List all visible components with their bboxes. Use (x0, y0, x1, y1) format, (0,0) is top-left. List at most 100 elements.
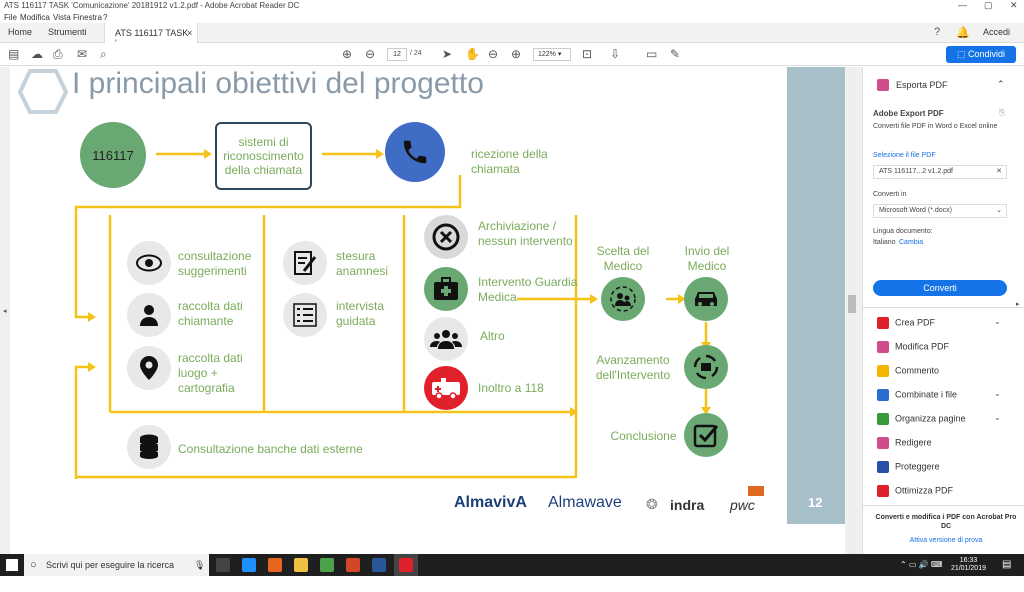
comment-icon[interactable]: ▭ (646, 47, 657, 61)
tab-home[interactable]: Home (8, 27, 32, 37)
left-arrow-icon[interactable]: ◂ (3, 307, 7, 315)
search-icon[interactable]: ⌕ (100, 47, 107, 61)
trial-link[interactable]: Attiva versione di prova (873, 536, 1019, 545)
panel-footer: Converti e modifica i PDF con Acrobat Pr… (873, 513, 1019, 545)
menu-help[interactable]: ? (103, 13, 107, 22)
zoom-in-icon[interactable]: ⊕ (511, 47, 521, 61)
collapse-chevron-icon[interactable]: ⌃ (997, 79, 1005, 90)
firefox-icon[interactable] (268, 558, 282, 572)
taskbar-clock[interactable]: 16:33 21/01/2019 (951, 557, 986, 573)
project-icon[interactable] (320, 558, 334, 572)
help-icon[interactable]: ? (934, 26, 940, 38)
pen-icon[interactable]: ✎ (670, 47, 680, 61)
export-pdf-icon (877, 79, 889, 91)
clock-date: 21/01/2019 (950, 565, 986, 572)
bell-icon[interactable]: 🔔 (956, 26, 970, 39)
footer-title: Converti e modifica i PDF con Acrobat Pr… (875, 514, 1017, 530)
microphone-icon[interactable]: 🎙 (194, 554, 205, 576)
maximize-button[interactable]: ▢ (984, 0, 993, 11)
tool-icon (877, 413, 889, 425)
task-view-icon[interactable] (216, 558, 230, 572)
file-explorer-icon[interactable] (294, 558, 308, 572)
tool-item[interactable]: Redigere (877, 437, 932, 449)
share-icon: ⬚ (956, 49, 966, 59)
tool-item[interactable]: Combinate i file ⌄ (877, 389, 1001, 401)
zoom-select[interactable]: 122% ▾ (533, 48, 571, 61)
menu-vista[interactable]: Vista (53, 13, 71, 22)
word-icon[interactable] (372, 558, 386, 572)
acrobat-icon[interactable] (399, 558, 413, 572)
main-toolbar: ▤ ☁ ⎙ ✉ ⌕ ⊕ ⊖ 12 / 24 ➤ ✋ ⊖ ⊕ 122% ▾ ⊡ ⇩… (0, 43, 1024, 66)
page-number-input[interactable]: 12 (387, 48, 407, 61)
chevron-down-icon[interactable]: ⌄ (994, 389, 1001, 398)
tab-tools[interactable]: Strumenti (48, 27, 87, 37)
share-button[interactable]: ⬚ Condividi (946, 46, 1016, 63)
select-file-link[interactable]: Selezione il file PDF (873, 152, 936, 159)
panel-collapse-arrow-icon[interactable]: ▸ (1016, 300, 1020, 308)
tool-icon (877, 485, 889, 497)
fit-page-icon[interactable]: ⊡ (582, 47, 592, 61)
email-icon[interactable]: ✉ (77, 47, 87, 61)
tool-item[interactable]: Commento (877, 365, 939, 377)
save-icon[interactable]: ▤ (8, 47, 19, 61)
tool-label: Redigere (895, 437, 932, 448)
progress-label: Avanzamento dell'Intervento (595, 353, 671, 382)
menu-modifica[interactable]: Modifica (20, 13, 50, 22)
tool-icon (877, 365, 889, 377)
tab-bar: Home Strumenti ATS 116117 TASK '... × ? … (0, 23, 1024, 48)
export-pdf-header[interactable]: Esporta PDF (896, 80, 948, 90)
tool-item[interactable]: Proteggere (877, 461, 940, 473)
taskbar-search-text: Scrivi qui per eseguire la ricerca (46, 560, 175, 570)
windows-start-icon[interactable] (6, 559, 18, 571)
taskbar-search[interactable]: ○ Scrivi qui per eseguire la ricerca 🎙 (24, 554, 209, 576)
indra-symbol-icon: ❂ (646, 496, 658, 512)
notifications-icon[interactable]: ▤ (1002, 559, 1011, 570)
zoom-value: 122% (538, 51, 556, 58)
signin-link[interactable]: Accedi (983, 27, 1010, 37)
tool-label: Modifica PDF (895, 341, 950, 352)
tool-item[interactable]: Organizza pagine ⌄ (877, 413, 1001, 425)
menu-finestra[interactable]: Finestra (73, 13, 102, 22)
zoom-out-icon[interactable]: ⊖ (488, 47, 498, 61)
system-tray-icons[interactable]: ⌃ ▭ 🔊 ⌨ (900, 560, 942, 569)
recognition-label: sistemi di riconoscimento della chiamata (223, 135, 304, 177)
tool-icon (877, 461, 889, 473)
clock-time: 16:33 (959, 557, 978, 564)
minimize-button[interactable]: — (958, 0, 967, 10)
file-name-field[interactable]: ATS 116117...2 v1.2.pdf ✕ (873, 165, 1007, 179)
format-select[interactable]: Microsoft Word (*.docx) ⌄ (873, 204, 1007, 218)
chevron-down-icon[interactable]: ⌄ (994, 413, 1001, 422)
tool-icon (877, 317, 889, 329)
change-language-link[interactable]: Cambia (899, 239, 923, 246)
tab-document[interactable]: ATS 116117 TASK '... × (104, 23, 198, 48)
close-window-button[interactable]: ✕ (1010, 0, 1018, 11)
car-icon (684, 277, 728, 321)
cloud-upload-icon[interactable]: ☁ (31, 47, 43, 61)
edge-icon[interactable] (242, 558, 256, 572)
archive-label: Archiviazione / nessun intervento (478, 219, 573, 248)
page-up-icon[interactable]: ⊕ (342, 47, 352, 61)
collect-caller-label: raccolta dati chiamante (178, 299, 243, 328)
powerpoint-icon[interactable] (346, 558, 360, 572)
tab-close-icon[interactable]: × (187, 28, 192, 38)
format-chevron-icon: ⌄ (996, 207, 1002, 214)
share-label: Condividi (968, 49, 1006, 59)
person-icon (127, 293, 171, 337)
tool-item[interactable]: Crea PDF ⌄ (877, 317, 1001, 329)
menu-file[interactable]: File (4, 13, 17, 22)
tool-item[interactable]: Modifica PDF (877, 341, 949, 353)
convert-button[interactable]: Converti (873, 280, 1007, 296)
print-icon[interactable]: ⎙ (53, 47, 63, 61)
page-down-icon[interactable]: ⊖ (365, 47, 375, 61)
almawave-logo: Almawave (548, 494, 622, 511)
checklist-icon (283, 293, 327, 337)
doctor-team-icon (601, 277, 645, 321)
scrollbar-thumb[interactable] (848, 295, 856, 313)
tool-label: Ottimizza PDF (895, 485, 954, 496)
clear-file-icon[interactable]: ✕ (996, 166, 1002, 178)
hand-tool-icon[interactable]: ✋ (465, 47, 480, 61)
tool-item[interactable]: Ottimizza PDF (877, 485, 953, 497)
chevron-down-icon[interactable]: ⌄ (994, 317, 1001, 326)
scroll-mode-icon[interactable]: ⇩ (610, 47, 620, 61)
select-cursor-icon[interactable]: ➤ (442, 47, 452, 61)
